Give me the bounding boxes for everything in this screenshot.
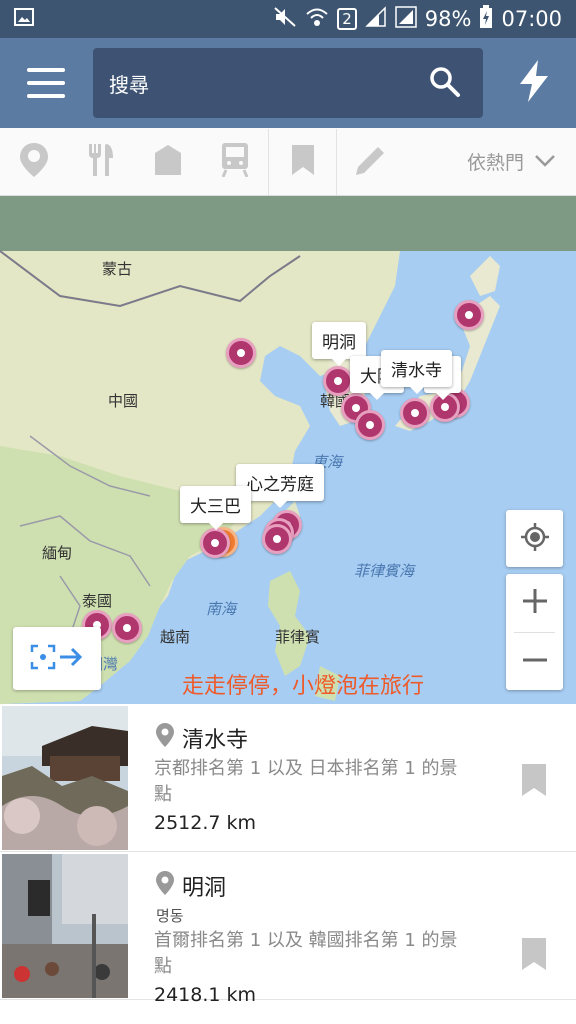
category-bar: 依熱門 xyxy=(0,128,576,196)
place-title: 明洞 xyxy=(156,870,226,902)
callout-kiyomizu[interactable]: 清水寺 xyxy=(381,350,452,394)
mute-icon xyxy=(273,6,297,33)
sort-label: 依熱門 xyxy=(466,152,524,174)
place-name: 清水寺 xyxy=(182,728,249,753)
my-location-button[interactable] xyxy=(506,510,563,567)
map-label-philippine-sea: 菲律賓海 xyxy=(354,562,415,580)
restaurant-icon xyxy=(87,143,115,180)
map-view[interactable]: 蒙古 中國 韓國 東海 緬甸 菲律賓海 泰國 南海 越南 菲律賓 國灣 明洞 大… xyxy=(0,196,576,704)
train-icon xyxy=(221,142,248,181)
filter-places[interactable] xyxy=(0,128,67,196)
place-list: 清水寺 京都排名第 1 以及 日本排名第 1 的景點 2512.7 km 明洞 … xyxy=(0,704,576,1024)
sim-badge: 2 xyxy=(337,8,357,30)
map-label-vietnam: 越南 xyxy=(160,628,191,646)
bookmark-button[interactable] xyxy=(522,764,546,796)
app-bar: 搜尋 xyxy=(0,38,576,128)
bookmark-icon xyxy=(522,764,546,800)
sort-dropdown[interactable]: 依熱門 xyxy=(467,148,576,175)
menu-button[interactable] xyxy=(0,38,92,128)
filter-transport[interactable] xyxy=(201,128,268,196)
lightning-icon xyxy=(518,60,550,106)
place-description: 京都排名第 1 以及 日本排名第 1 的景點 xyxy=(154,758,458,805)
my-location-icon xyxy=(520,522,550,556)
map-capture-button[interactable] xyxy=(13,627,101,690)
map-label-myanmar: 緬甸 xyxy=(42,544,73,562)
battery-percent: 98% xyxy=(424,7,472,31)
map-pin[interactable] xyxy=(262,524,292,554)
place-pin-icon xyxy=(156,871,174,901)
search-placeholder: 搜尋 xyxy=(109,72,149,97)
edit-icon xyxy=(355,145,386,179)
zoom-controls xyxy=(506,574,563,690)
gallery-notification-icon xyxy=(14,8,34,30)
map-label-philippines: 菲律賓 xyxy=(275,628,321,646)
signal-icon xyxy=(364,5,387,33)
callout-sanba[interactable]: 大三巴 xyxy=(180,486,251,530)
place-distance: 2512.7 km xyxy=(154,812,257,834)
map-label-china: 中國 xyxy=(108,392,139,410)
place-pin-icon xyxy=(156,723,174,753)
place-thumbnail xyxy=(2,854,128,998)
map-pin[interactable] xyxy=(355,410,385,440)
chevron-down-icon xyxy=(534,151,556,173)
bookmark-icon xyxy=(291,144,314,179)
bookmark-icon xyxy=(522,938,546,974)
search-box[interactable]: 搜尋 xyxy=(93,48,483,118)
place-thumbnail xyxy=(2,706,128,850)
place-name: 明洞 xyxy=(182,876,227,901)
zoom-out-button[interactable] xyxy=(506,633,563,691)
filter-bookmarks[interactable] xyxy=(269,128,336,196)
signal-icon-2 xyxy=(395,5,417,33)
capture-arrow-icon xyxy=(30,644,84,674)
map-label-thailand: 泰國 xyxy=(82,592,113,610)
place-local-name: 명동 xyxy=(156,907,184,925)
flash-button[interactable] xyxy=(512,58,556,108)
zoom-in-button[interactable] xyxy=(506,574,563,632)
battery-charging-icon xyxy=(479,4,493,34)
status-bar: 2 98% 07:00 xyxy=(0,0,576,38)
map-pin[interactable] xyxy=(323,366,353,396)
place-icon xyxy=(19,142,48,181)
place-distance: 2418.1 km xyxy=(154,984,257,1006)
filter-lodging[interactable] xyxy=(134,128,201,196)
wifi-icon xyxy=(305,6,329,33)
clock: 07:00 xyxy=(501,7,562,31)
place-title: 清水寺 xyxy=(156,722,248,754)
plus-icon xyxy=(521,587,549,619)
filter-restaurants[interactable] xyxy=(67,128,134,196)
map-pin[interactable] xyxy=(454,300,484,330)
bookmark-button[interactable] xyxy=(522,938,546,970)
map-pin[interactable] xyxy=(112,613,142,643)
minus-icon xyxy=(521,646,549,678)
callout-myeongdong[interactable]: 明洞 xyxy=(312,322,366,366)
hamburger-icon xyxy=(27,68,65,98)
map-pin[interactable] xyxy=(200,528,230,558)
home-icon xyxy=(154,144,181,179)
list-item[interactable]: 明洞 명동 首爾排名第 1 以及 韓國排名第 1 的景點 2418.1 km xyxy=(0,852,576,1006)
place-description: 首爾排名第 1 以及 韓國排名第 1 的景點 xyxy=(154,930,458,977)
map-pin[interactable] xyxy=(400,398,430,428)
filter-edit[interactable] xyxy=(337,128,404,196)
map-label-south-sea: 南海 xyxy=(206,600,237,618)
map-pin[interactable] xyxy=(226,338,256,368)
slogan: 走走停停，小燈泡在旅行 xyxy=(182,674,425,699)
list-item[interactable]: 清水寺 京都排名第 1 以及 日本排名第 1 的景點 2512.7 km xyxy=(0,704,576,852)
map-label-mongolia: 蒙古 xyxy=(102,260,133,278)
search-icon[interactable] xyxy=(429,66,461,103)
